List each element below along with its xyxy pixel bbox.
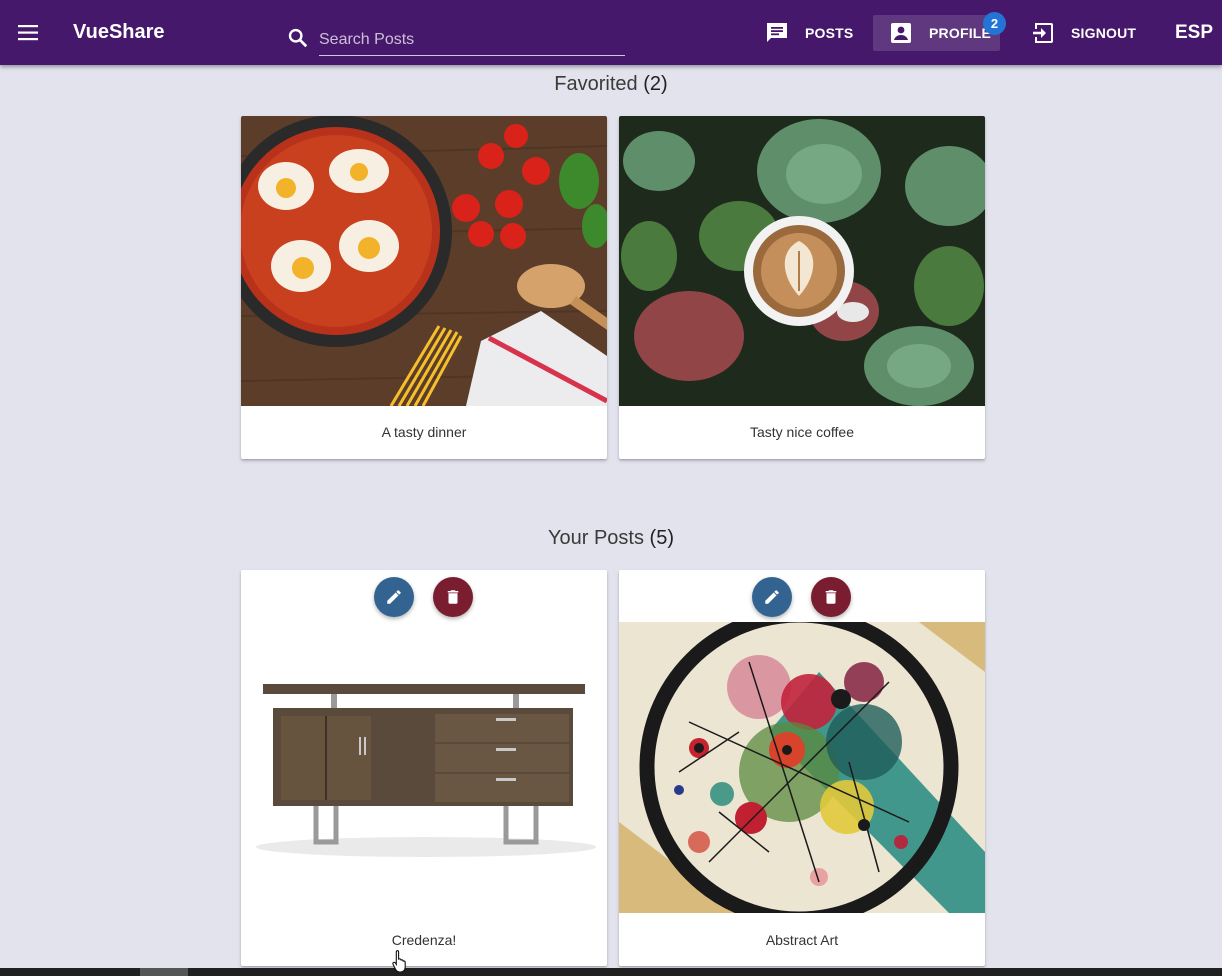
app-title[interactable]: VueShare: [73, 21, 165, 44]
bottom-strip: [0, 968, 1222, 976]
your-posts-count: (5): [649, 527, 674, 549]
profile-badge: 2: [983, 12, 1006, 35]
favorited-title: Favorited: [554, 73, 638, 95]
favorited-count: (2): [643, 73, 668, 95]
trash-icon: [825, 590, 837, 604]
your-posts-heading: Your Posts (5): [0, 527, 1222, 550]
edit-post-button[interactable]: [374, 577, 414, 617]
app-toolbar: VueShare POSTS PROFILE 2 SIGNOUT ESP: [0, 0, 1222, 65]
user-post-card[interactable]: Credenza!: [241, 570, 607, 966]
favorited-heading: Favorited (2): [0, 73, 1222, 96]
favorited-card[interactable]: Tasty nice coffee: [619, 116, 985, 459]
card-caption: A tasty dinner: [381, 424, 467, 440]
favorited-card[interactable]: A tasty dinner: [241, 116, 607, 459]
favorite-post-image[interactable]: [619, 116, 985, 406]
nav-posts-label: POSTS: [805, 25, 854, 41]
pencil-icon: [387, 590, 401, 604]
card-caption: Credenza!: [391, 932, 457, 948]
user-post-image[interactable]: [619, 622, 985, 913]
trash-icon: [447, 590, 459, 604]
search-icon: [288, 28, 308, 48]
hand-cursor-icon: [392, 949, 406, 973]
nav-signout-button[interactable]: SIGNOUT: [1031, 15, 1136, 51]
favorite-post-image[interactable]: [241, 116, 607, 406]
nav-posts-button[interactable]: POSTS: [765, 15, 853, 51]
user-post-card[interactable]: Abstract Art: [619, 570, 985, 966]
chat-icon: [767, 23, 787, 42]
card-caption: Tasty nice coffee: [749, 424, 855, 440]
pencil-icon: [765, 590, 779, 604]
nav-signout-label: SIGNOUT: [1071, 25, 1137, 41]
card-caption: Abstract Art: [765, 932, 839, 948]
language-toggle[interactable]: ESP: [1175, 22, 1213, 44]
delete-post-button[interactable]: [811, 577, 851, 617]
delete-post-button[interactable]: [433, 577, 473, 617]
bottom-strip-segment: [140, 968, 188, 976]
nav-profile-label: PROFILE: [929, 25, 992, 41]
account-box-icon: [891, 23, 911, 43]
exit-icon: [1033, 23, 1053, 43]
your-posts-title: Your Posts: [547, 527, 644, 549]
search-input[interactable]: [319, 25, 625, 56]
nav-profile-button[interactable]: PROFILE: [873, 15, 1000, 51]
edit-post-button[interactable]: [752, 577, 792, 617]
menu-icon[interactable]: [12, 16, 46, 50]
user-post-image[interactable]: [241, 622, 607, 913]
